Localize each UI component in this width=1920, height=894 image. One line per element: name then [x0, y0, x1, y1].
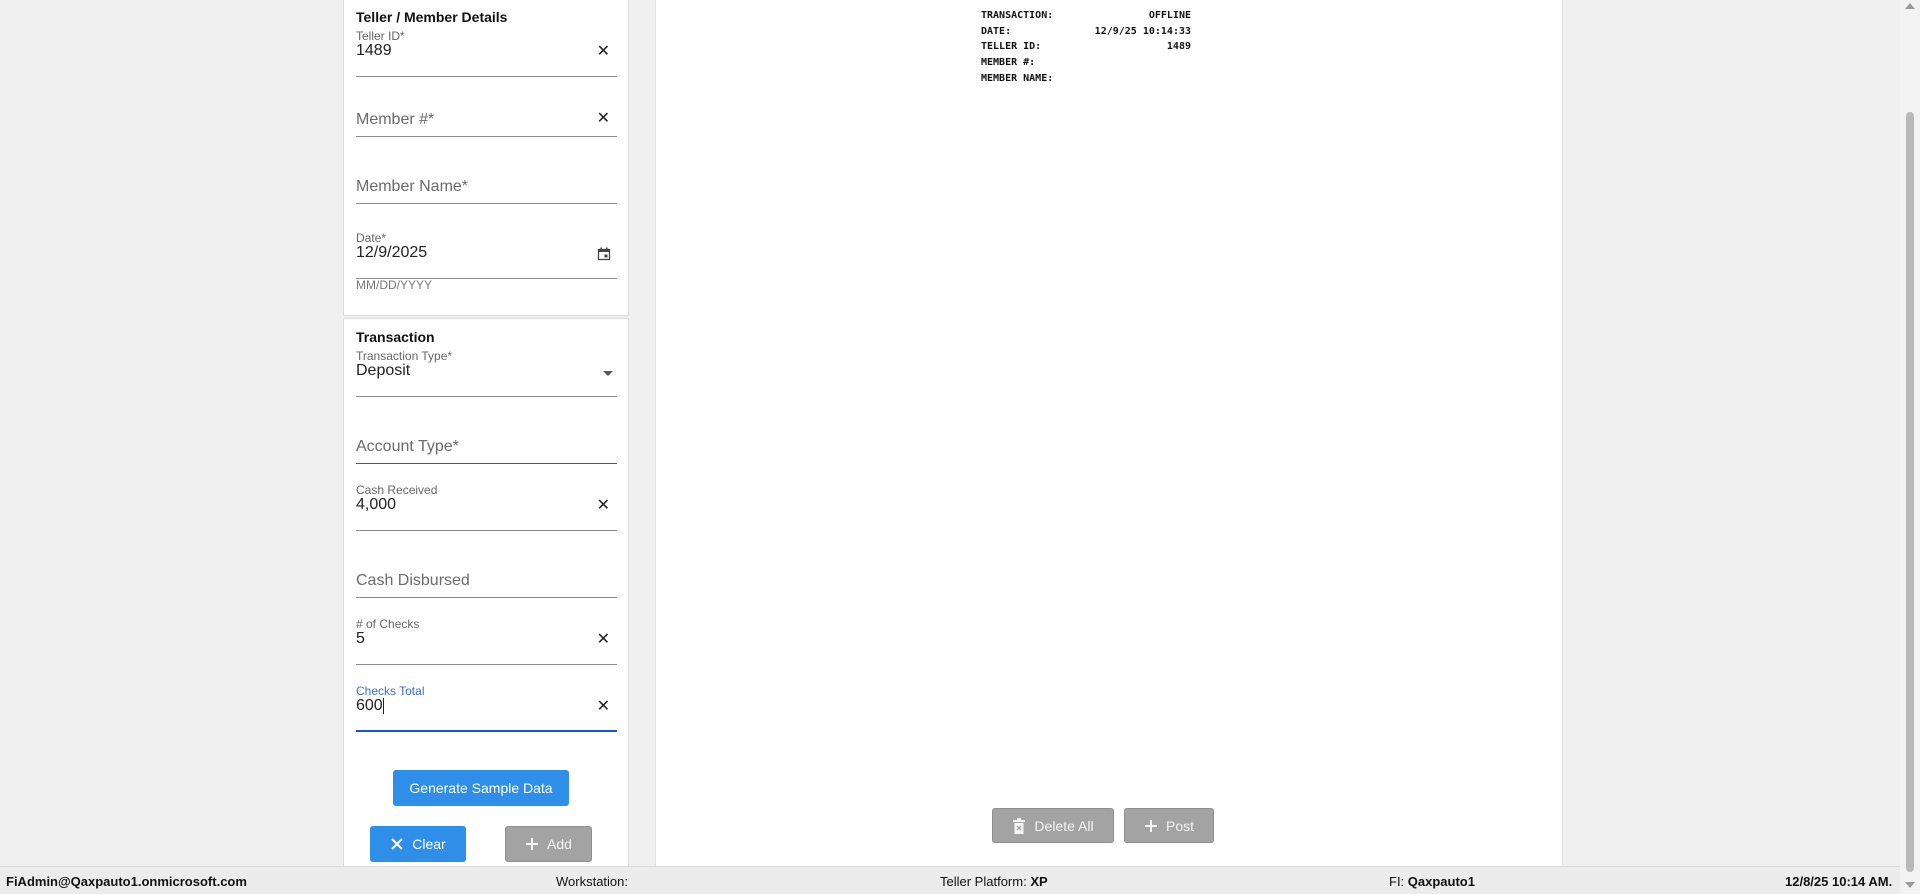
receipt-row: MEMBER NAME:	[981, 73, 1191, 89]
fi-label: FI:	[1389, 874, 1408, 889]
scroll-thumb[interactable]	[1906, 112, 1914, 872]
receipt-value: 12/9/25 10:14:33	[1094, 25, 1191, 37]
page-scrollbar[interactable]	[1900, 0, 1920, 893]
clear-teller-id-icon[interactable]: ✕	[597, 44, 610, 60]
status-user: FiAdmin@Qaxpauto1.onmicrosoft.com	[6, 874, 247, 889]
checks-total-label: Checks Total	[356, 684, 425, 698]
clear-checks-total-icon[interactable]: ✕	[597, 699, 610, 715]
num-checks-value: 5	[356, 630, 365, 647]
date-label: Date*	[356, 231, 387, 245]
status-datetime: 12/8/25 10:14 AM.	[1785, 874, 1893, 889]
plus-icon	[1144, 819, 1157, 832]
receipt-row: MEMBER #:	[981, 57, 1191, 73]
clear-cash-received-icon[interactable]: ✕	[597, 498, 610, 514]
teller-id-field[interactable]: Teller ID* 1489 ✕	[356, 29, 617, 77]
receipt-label: MEMBER NAME:	[981, 72, 1054, 84]
plus-icon	[526, 838, 539, 850]
close-icon	[391, 838, 403, 850]
platform-label: Teller Platform:	[940, 874, 1031, 889]
teller-id-label: Teller ID*	[356, 29, 405, 43]
transaction-card: Transaction Transaction Type* Deposit Ac…	[343, 318, 629, 878]
receipt: TRANSACTION: OFFLINE DATE: 12/9/25 10:14…	[981, 10, 1191, 88]
scroll-down-arrow-icon[interactable]	[1905, 882, 1915, 888]
receipt-value: OFFLINE	[1148, 10, 1191, 21]
add-button[interactable]: Add	[505, 826, 592, 862]
transaction-type-value: Deposit	[356, 362, 411, 379]
checks-total-value: 600	[356, 697, 383, 714]
receipt-row: DATE: 12/9/25 10:14:33	[981, 26, 1191, 42]
clear-button[interactable]: Clear	[370, 826, 466, 862]
post-label: Post	[1165, 817, 1194, 834]
num-checks-label: # of Checks	[356, 617, 420, 631]
cash-disbursed-field[interactable]: Cash Disbursed	[356, 550, 617, 598]
cash-received-field[interactable]: Cash Received 4,000 ✕	[356, 483, 617, 531]
date-value: 12/9/2025	[356, 244, 428, 261]
chevron-down-icon[interactable]	[603, 371, 613, 376]
clear-member-number-icon[interactable]: ✕	[597, 111, 610, 127]
date-format-hint: MM/DD/YYYY	[356, 278, 433, 292]
member-details-title: Teller / Member Details	[356, 9, 508, 25]
platform-value: XP	[1030, 874, 1048, 889]
transaction-type-select[interactable]: Transaction Type* Deposit	[356, 349, 617, 397]
status-workstation: Workstation:	[556, 874, 628, 889]
date-field[interactable]: Date* 12/9/2025	[356, 231, 617, 279]
account-type-field[interactable]: Account Type*	[356, 416, 617, 464]
delete-all-button[interactable]: Delete All	[992, 808, 1114, 843]
cash-received-label: Cash Received	[356, 483, 438, 497]
workstation-label: Workstation:	[556, 874, 629, 889]
delete-all-label: Delete All	[1034, 817, 1094, 834]
receipt-label: DATE:	[981, 25, 1012, 37]
checks-total-input[interactable]: 600	[356, 697, 384, 715]
account-type-placeholder: Account Type*	[356, 438, 459, 455]
cash-received-value: 4,000	[356, 496, 397, 513]
calendar-icon[interactable]	[597, 247, 611, 261]
transaction-type-label: Transaction Type*	[356, 349, 453, 363]
trash-icon	[1013, 817, 1026, 834]
checks-total-field[interactable]: Checks Total 600 ✕	[356, 684, 617, 732]
status-bar: FiAdmin@Qaxpauto1.onmicrosoft.com Workst…	[0, 866, 1900, 894]
cash-disbursed-placeholder: Cash Disbursed	[356, 572, 470, 589]
receipt-row: TRANSACTION: OFFLINE	[981, 10, 1191, 26]
receipt-label: TRANSACTION:	[981, 10, 1054, 21]
receipt-value: 1489	[1166, 41, 1191, 53]
member-name-placeholder: Member Name*	[356, 178, 469, 195]
add-button-label: Add	[547, 836, 572, 852]
receipt-row: TELLER ID: 1489	[981, 41, 1191, 57]
fi-value: Qaxpauto1	[1407, 874, 1475, 889]
clear-button-label: Clear	[412, 836, 446, 852]
member-number-placeholder: Member #*	[356, 111, 435, 128]
left-panel: Teller / Member Details Teller ID* 1489 …	[343, 0, 629, 878]
text-cursor	[382, 698, 384, 714]
receipt-preview-panel: TRANSACTION: OFFLINE DATE: 12/9/25 10:14…	[655, 0, 1563, 866]
num-checks-field[interactable]: # of Checks 5 ✕	[356, 617, 617, 665]
status-platform: Teller Platform: XP	[940, 874, 1048, 889]
member-number-field[interactable]: Member #* ✕	[356, 89, 617, 137]
transaction-title: Transaction	[356, 329, 435, 345]
receipt-label: TELLER ID:	[981, 41, 1042, 53]
generate-sample-data-button[interactable]: Generate Sample Data	[393, 770, 569, 806]
receipt-label: MEMBER #:	[981, 57, 1036, 69]
teller-id-value: 1489	[356, 42, 392, 59]
clear-num-checks-icon[interactable]: ✕	[597, 632, 610, 648]
member-details-card: Teller / Member Details Teller ID* 1489 …	[343, 0, 629, 316]
scroll-up-arrow-icon[interactable]	[1905, 3, 1915, 9]
status-fi: FI: Qaxpauto1	[1389, 874, 1475, 889]
generate-sample-data-label: Generate Sample Data	[409, 780, 553, 796]
member-name-field[interactable]: Member Name*	[356, 156, 617, 204]
post-button[interactable]: Post	[1124, 808, 1214, 843]
